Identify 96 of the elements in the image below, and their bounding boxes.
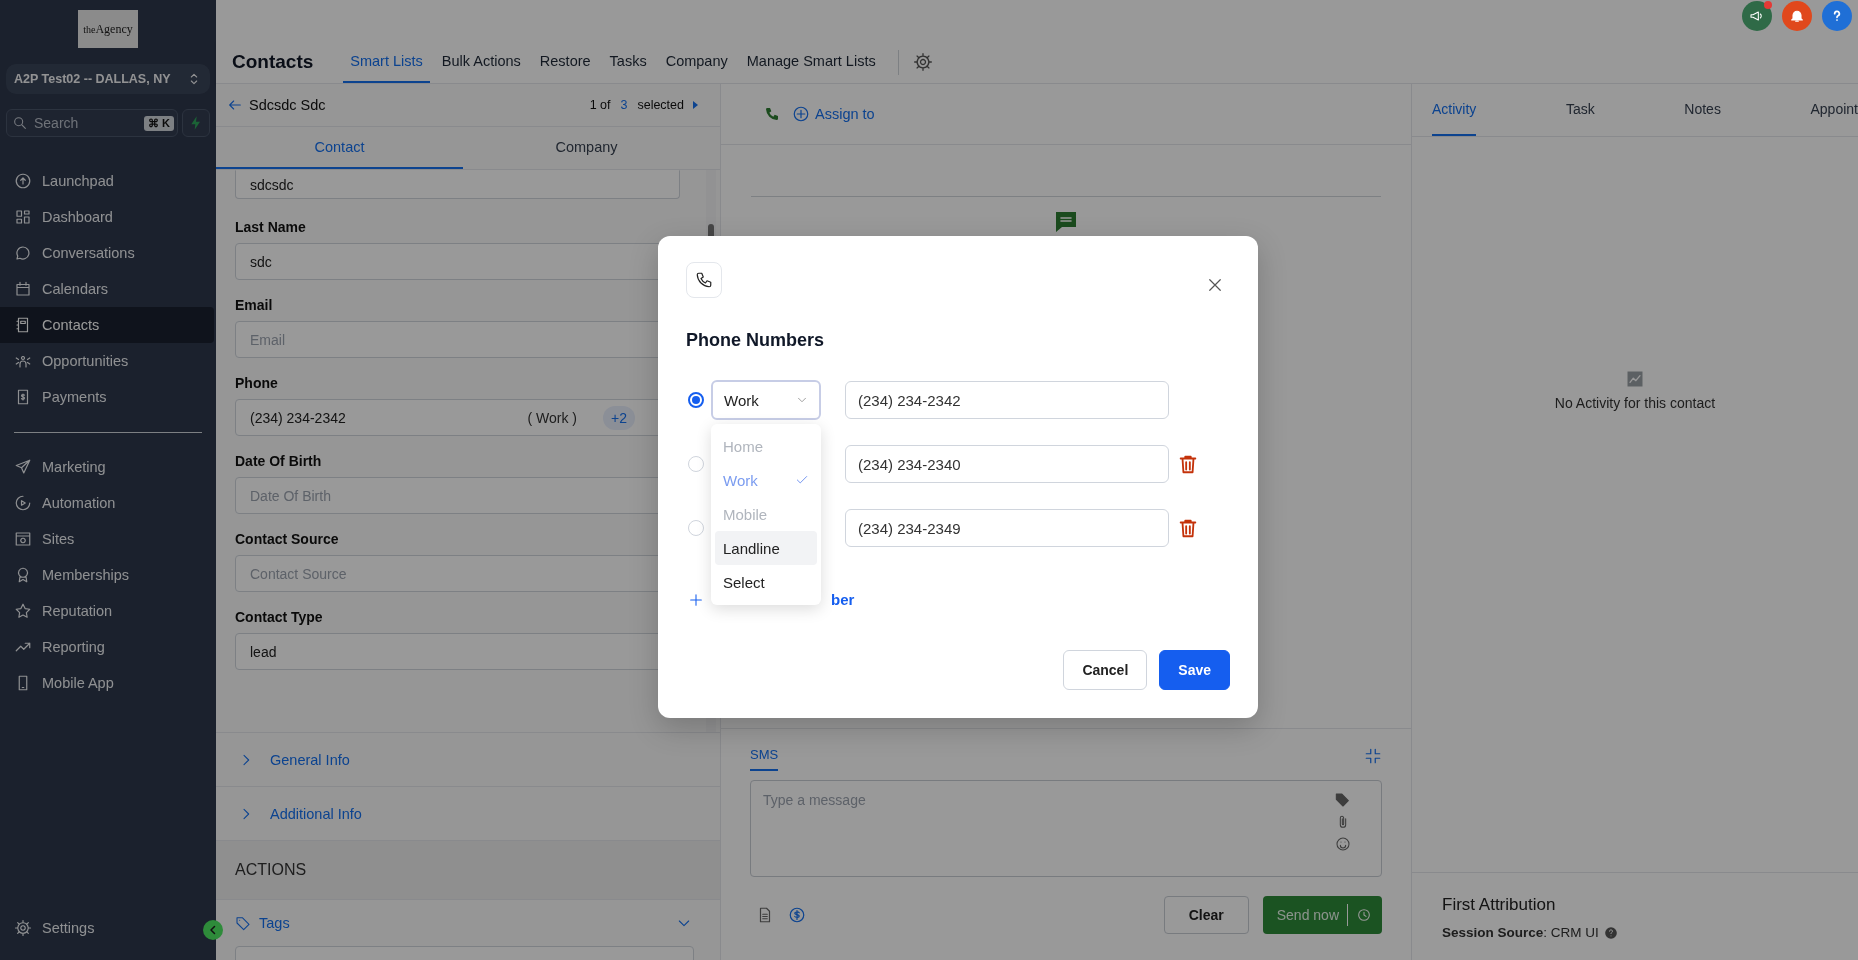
nav-item[interactable]: Payments: [0, 379, 216, 415]
nav-item[interactable]: Reporting: [0, 629, 216, 665]
message-icon: [1054, 210, 1078, 234]
field-label: Date Of Birth: [235, 453, 323, 469]
menu-option[interactable]: Select: [715, 565, 817, 599]
empty-state-text: No Activity for this contact: [1554, 394, 1716, 411]
nav-item[interactable]: Automation: [0, 485, 216, 521]
nav-item[interactable]: Contacts: [0, 307, 214, 343]
pager-text: selected: [637, 98, 684, 112]
tag-icon: [235, 915, 251, 931]
search-icon: [12, 115, 28, 131]
more-count-badge[interactable]: +2: [603, 405, 635, 430]
clear-button[interactable]: Clear: [1163, 896, 1249, 934]
nav-item[interactable]: Conversations: [0, 235, 216, 271]
search-input[interactable]: Search: [32, 114, 140, 132]
notification-dot: [1764, 1, 1772, 9]
chat-icon: [14, 244, 32, 262]
menu-option[interactable]: Landline: [715, 531, 817, 565]
phone-number-field[interactable]: (234) 234-2342: [845, 381, 1169, 419]
pager-text: 1 of: [589, 98, 611, 112]
nav-tab[interactable]: Tasks: [602, 40, 654, 83]
phone-icon: [686, 262, 722, 298]
channel-tab[interactable]: SMS: [750, 747, 779, 771]
trash-icon[interactable]: [1177, 453, 1199, 475]
settings-icon[interactable]: [912, 51, 933, 72]
activity-tab[interactable]: Task: [1565, 84, 1595, 136]
field-label: Contact Type: [235, 609, 324, 625]
field-label: Email: [235, 297, 274, 313]
dashboard-icon: [14, 208, 32, 226]
website-icon: [14, 530, 32, 548]
smiley-icon[interactable]: [1335, 836, 1351, 852]
star-icon: [14, 602, 32, 620]
contact-name: Sdcsdc Sdc: [249, 97, 326, 113]
search-field[interactable]: Search ⌘ K: [6, 109, 178, 137]
dialog-title: Phone Numbers: [686, 330, 826, 351]
nav-tab[interactable]: Company: [658, 40, 735, 83]
location-switcher[interactable]: A2P Test02 -- DALLAS, NY: [6, 64, 210, 94]
shortcut-badge: ⌘ K: [144, 115, 174, 131]
quick-action-button[interactable]: [182, 109, 210, 137]
bell-icon: [1789, 8, 1805, 24]
page-title: Contacts: [232, 49, 314, 74]
field-label: Contact Source: [235, 531, 340, 547]
help-icon[interactable]: [1603, 925, 1618, 940]
plus-icon[interactable]: [688, 591, 704, 608]
activity-tab[interactable]: Appoint: [1810, 84, 1858, 136]
nav-item[interactable]: Reputation: [0, 593, 216, 629]
phone-type-select[interactable]: Work: [711, 380, 821, 420]
trash-icon[interactable]: [1177, 517, 1199, 539]
tag-icon[interactable]: [1335, 792, 1351, 808]
pager-count: 3: [620, 98, 628, 112]
nav-item[interactable]: Marketing: [0, 449, 216, 485]
settings-nav-item[interactable]: Settings: [0, 910, 105, 946]
assign-link[interactable]: Assign to: [792, 105, 875, 123]
checkmark-icon: [795, 473, 809, 487]
field-label: Last Name: [235, 219, 307, 235]
nav-item[interactable]: Memberships: [0, 557, 216, 593]
input-field[interactable]: sdcsdc: [235, 170, 680, 199]
plus-circle-icon: [792, 105, 810, 123]
save-button[interactable]: Save: [1159, 650, 1230, 690]
cancel-button[interactable]: Cancel: [1063, 650, 1148, 690]
nav-tab[interactable]: Bulk Actions: [434, 40, 528, 83]
rocket-icon: [14, 172, 32, 190]
back-arrow-icon[interactable]: [227, 97, 243, 113]
section-header[interactable]: General Info: [216, 733, 720, 787]
add-phone-link[interactable]: ber: [831, 591, 855, 608]
phone-icon[interactable]: [764, 106, 780, 122]
session-source-text: Session Source: CRM UI: [1442, 925, 1599, 940]
section-heading: ACTIONS: [235, 861, 307, 879]
collapse-icon[interactable]: [1364, 747, 1382, 765]
next-arrow-icon[interactable]: [690, 100, 700, 110]
nav-item[interactable]: Mobile App: [0, 665, 216, 701]
close-icon[interactable]: [1206, 276, 1224, 294]
panel-tab[interactable]: Company: [463, 127, 710, 169]
nav-item[interactable]: Launchpad: [0, 163, 216, 199]
send-button[interactable]: Send now: [1262, 896, 1382, 934]
nav-tab[interactable]: Restore: [532, 40, 598, 83]
nav-item[interactable]: Opportunities: [0, 343, 216, 379]
phone-type-text: ( Work ): [527, 409, 578, 426]
calendar-icon: [14, 280, 32, 298]
activity-tab[interactable]: Notes: [1684, 84, 1721, 136]
phone-number-field[interactable]: (234) 234-2349: [845, 509, 1169, 547]
nav-tab[interactable]: Manage Smart Lists: [739, 40, 883, 83]
phone-number-field[interactable]: (234) 234-2340: [845, 445, 1169, 483]
radio-button[interactable]: [688, 392, 704, 408]
tags-section-header[interactable]: Tags: [216, 900, 720, 946]
activity-tab[interactable]: Activity: [1432, 84, 1477, 136]
attribution-title: First Attribution: [1442, 895, 1557, 915]
paper-plane-icon: [14, 458, 32, 476]
megaphone-icon: [1749, 8, 1765, 24]
dollar-circle-icon[interactable]: [788, 906, 806, 924]
field-label: Phone: [235, 375, 279, 391]
nav-item[interactable]: Calendars: [0, 271, 216, 307]
clock-icon: [1356, 907, 1372, 923]
nav-item[interactable]: Dashboard: [0, 199, 216, 235]
nav-item[interactable]: Sites: [0, 521, 216, 557]
settings-icon: [14, 919, 32, 937]
